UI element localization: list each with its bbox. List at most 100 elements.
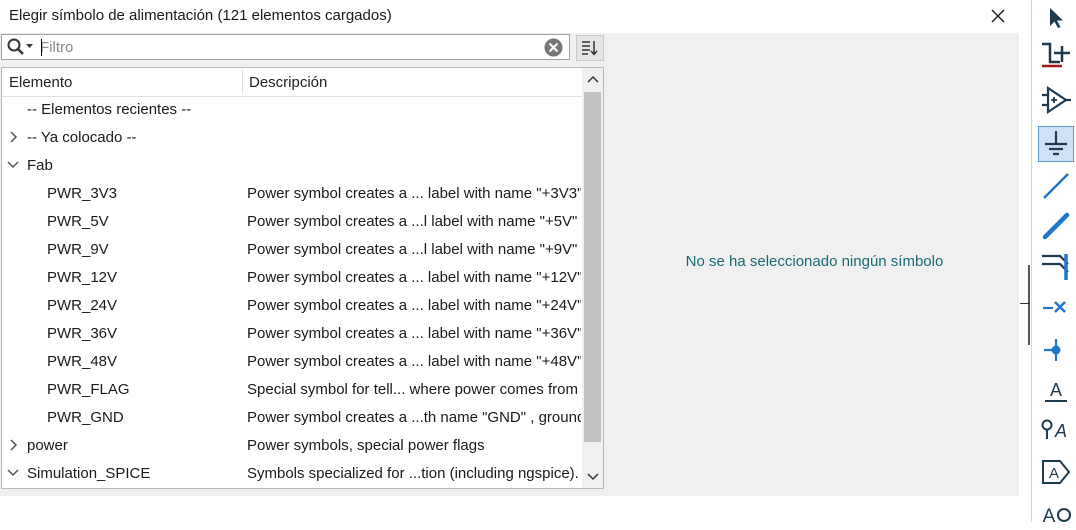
row-name: -- Ya colocado -- — [27, 129, 137, 146]
filter-input[interactable] — [40, 37, 530, 57]
row-description: Power symbol creates a ... label with na… — [247, 353, 581, 370]
tool-net-label[interactable]: A — [1038, 372, 1074, 408]
chevron-down-icon[interactable] — [7, 159, 19, 171]
tree-row[interactable]: PWR_FLAG Special symbol for tell... where… — [2, 376, 582, 404]
row-name: PWR_FLAG — [47, 381, 130, 398]
search-icon — [7, 38, 33, 55]
clear-filter-button[interactable] — [544, 38, 563, 57]
tree-row[interactable]: PWR_12V Power symbol creates a ... label … — [2, 264, 582, 292]
scroll-down-button[interactable] — [582, 466, 603, 488]
row-name: PWR_48V — [47, 353, 118, 370]
row-name: PWR_3V3 — [47, 185, 118, 202]
row-description: Power symbol creates a ...l label with n… — [247, 213, 578, 230]
tool-add-symbol[interactable] — [1038, 82, 1074, 118]
scroll-up-button[interactable] — [582, 68, 603, 90]
filter-field[interactable] — [1, 34, 570, 60]
dialog-title: Elegir símbolo de alimentación (121 elem… — [9, 7, 392, 24]
row-name: PWR_GND — [47, 409, 124, 426]
tool-add-bus[interactable] — [1038, 208, 1074, 244]
close-button[interactable] — [984, 3, 1012, 29]
symbol-chooser-dialog: Elegir símbolo de alimentación (121 elem… — [0, 0, 1019, 522]
row-name: -- Elementos recientes -- — [27, 101, 192, 118]
row-name: PWR_12V — [47, 269, 118, 286]
row-name: PWR_24V — [47, 297, 118, 314]
chevron-down-icon — [586, 473, 599, 481]
hierarchical-label-icon: A — [1042, 460, 1071, 484]
svg-text:A: A — [1043, 506, 1056, 526]
add-power-icon — [1045, 131, 1067, 156]
row-description: Power symbol creates a ... label with na… — [247, 185, 581, 202]
tree-row[interactable]: PWR_3V3 Power symbol creates a ... label … — [2, 180, 582, 208]
tree-row[interactable]: PWR_GND Power symbol creates a ...th name… — [2, 404, 582, 432]
row-description: Special symbol for tell... where power c… — [247, 381, 578, 398]
row-name: PWR_5V — [47, 213, 109, 230]
row-description: Power symbol creates a ... label with na… — [247, 325, 581, 342]
no-selection-message: No se ha seleccionado ningún símbolo — [685, 253, 944, 270]
symbol-preview-panel: No se ha seleccionado ningún símbolo — [610, 35, 1019, 489]
tree-row[interactable]: PWR_48V Power symbol creates a ... label … — [2, 348, 582, 376]
hierarchy-navigate-icon — [1042, 42, 1070, 68]
tree-row[interactable]: PWR_24V Power symbol creates a ... label … — [2, 292, 582, 320]
dialog-footer — [0, 496, 1019, 522]
column-header-element[interactable]: Elemento — [9, 74, 72, 91]
tool-text[interactable]: A — [1038, 494, 1074, 530]
chevron-right-icon[interactable] — [7, 131, 19, 143]
svg-text:A: A — [1049, 465, 1059, 482]
svg-text:A: A — [1054, 421, 1067, 441]
clear-icon — [544, 38, 563, 57]
tool-hierarchical-label[interactable]: A — [1038, 454, 1074, 490]
select-cursor-icon — [1050, 8, 1063, 28]
row-description: Power symbols, special power flags — [247, 437, 485, 454]
tree-row[interactable]: PWR_9V Power symbol creates a ...l label … — [2, 236, 582, 264]
chevron-down-icon[interactable] — [7, 467, 19, 479]
title-bar: Elegir símbolo de alimentación (121 elem… — [0, 0, 1019, 33]
row-name: power — [27, 437, 68, 454]
svg-text:A: A — [1050, 380, 1062, 400]
row-description: Symbols specialized for ...tion (includi… — [247, 465, 579, 482]
row-description: Power symbol creates a ...l label with n… — [247, 241, 578, 258]
text-caret — [41, 39, 42, 56]
tree-row[interactable]: Simulation_SPICE Symbols specialized for … — [2, 460, 582, 488]
sort-button[interactable] — [576, 35, 604, 61]
row-name: PWR_9V — [47, 241, 109, 258]
tool-bus-entry[interactable] — [1038, 248, 1074, 284]
net-label-icon: A — [1045, 380, 1067, 402]
tool-add-wire[interactable] — [1038, 168, 1074, 204]
tree-row[interactable]: Fab — [2, 152, 582, 180]
tool-junction[interactable] — [1038, 332, 1074, 368]
bus-entry-icon — [1042, 254, 1069, 280]
column-header-description[interactable]: Descripción — [249, 74, 327, 91]
tree-row[interactable]: PWR_36V Power symbol creates a ... label … — [2, 320, 582, 348]
add-bus-icon — [1042, 212, 1070, 240]
tree-scrollbar[interactable] — [582, 68, 603, 488]
column-divider[interactable] — [242, 70, 243, 94]
sort-icon — [582, 41, 598, 56]
symbol-tree: Elemento Descripción -- Elementos recien… — [1, 67, 604, 489]
tool-add-power[interactable] — [1038, 126, 1074, 162]
row-description: Power symbol creates a ... label with na… — [247, 269, 581, 286]
chevron-right-icon[interactable] — [7, 439, 19, 451]
global-label-icon: A — [1041, 419, 1067, 441]
search-menu-button[interactable] — [5, 37, 37, 57]
tree-row[interactable]: -- Elementos recientes -- — [2, 96, 582, 124]
junction-icon — [1044, 339, 1061, 361]
tool-no-connect[interactable] — [1038, 290, 1074, 326]
add-symbol-icon — [1042, 85, 1071, 115]
tool-hierarchy-navigate[interactable] — [1038, 36, 1074, 72]
chevron-up-icon — [586, 75, 599, 83]
tool-global-label[interactable]: A — [1038, 412, 1074, 448]
row-name: PWR_36V — [47, 325, 118, 342]
row-name: Fab — [27, 157, 53, 174]
row-name: Simulation_SPICE — [27, 465, 151, 482]
row-description: Power symbol creates a ... label with na… — [247, 297, 581, 314]
row-description: Power symbol creates a ...th name "GND" … — [247, 409, 581, 426]
right-toolbar: A A A A — [1031, 0, 1076, 526]
tree-row[interactable]: -- Ya colocado -- — [2, 124, 582, 152]
tree-row[interactable]: PWR_5V Power symbol creates a ...l label … — [2, 208, 582, 236]
tree-row[interactable]: power Power symbols, special power flags — [2, 432, 582, 460]
close-icon — [991, 9, 1005, 23]
add-wire-icon — [1043, 173, 1069, 199]
scroll-thumb[interactable] — [584, 92, 601, 442]
tool-select[interactable] — [1038, 0, 1074, 36]
no-connect-icon — [1043, 301, 1066, 313]
